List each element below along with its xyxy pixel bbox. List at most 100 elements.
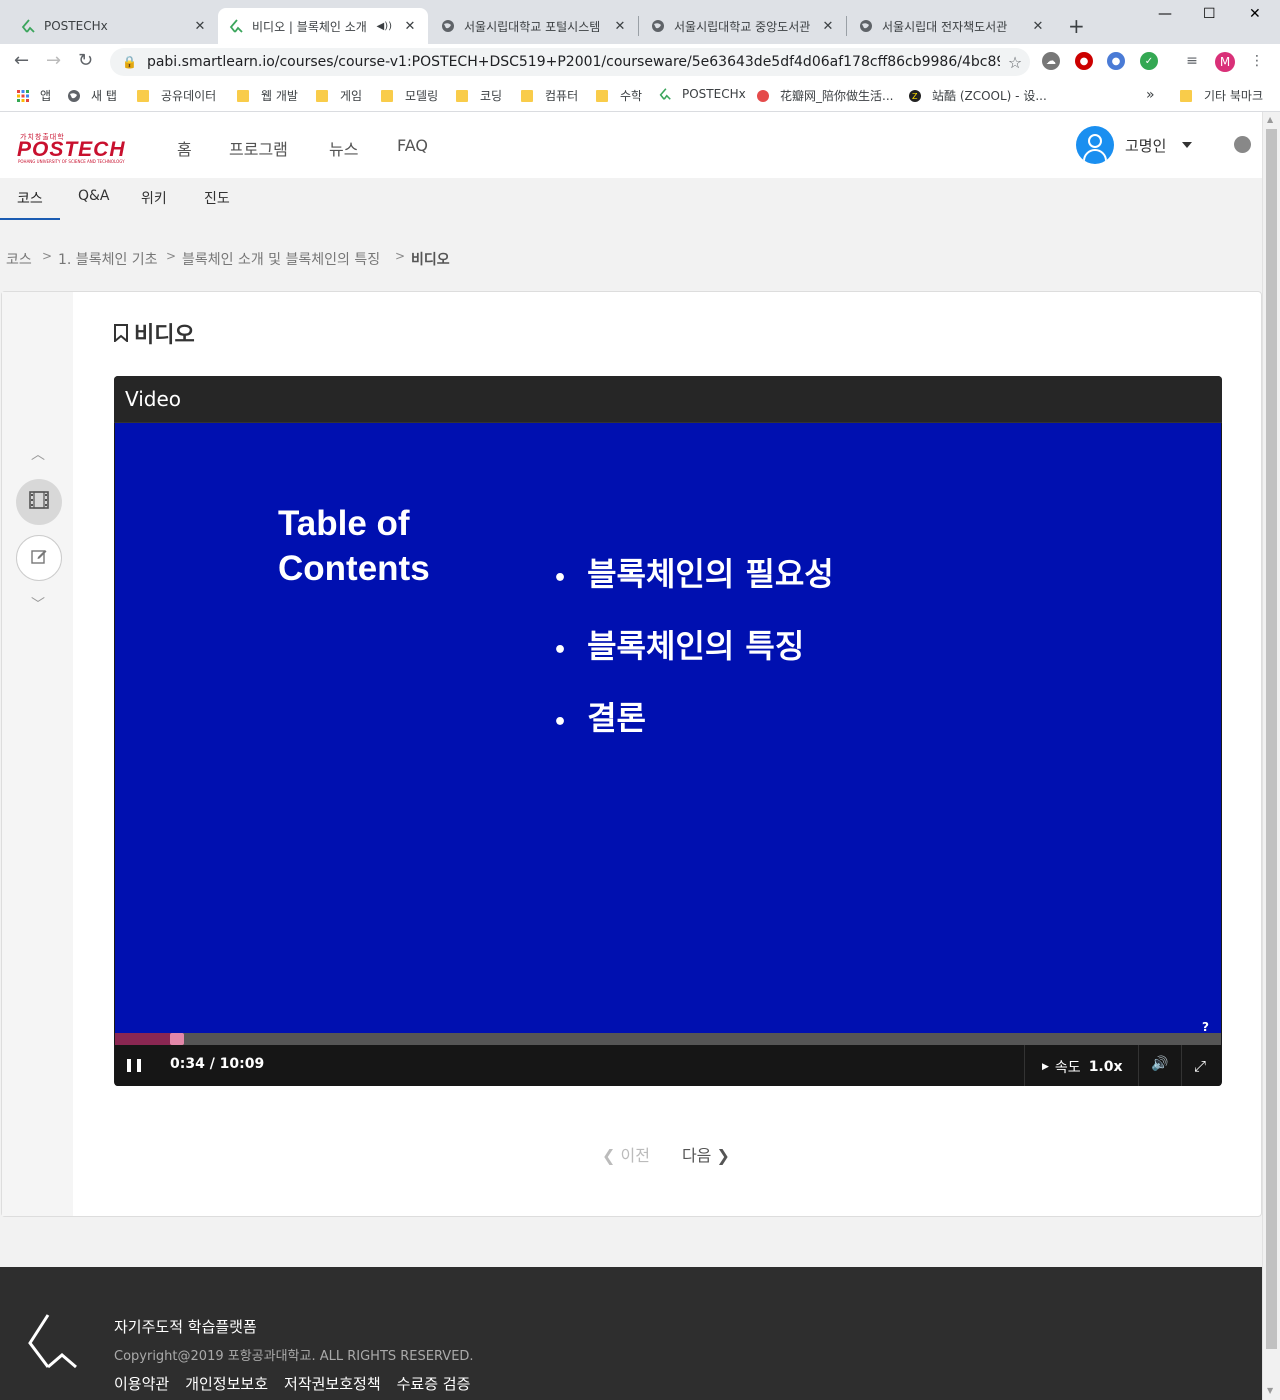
back-icon[interactable]: ← bbox=[14, 50, 29, 71]
forward-icon[interactable]: → bbox=[46, 50, 61, 71]
scroll-down-icon[interactable]: ▼ bbox=[1267, 1386, 1273, 1395]
bookmark-folder-game[interactable]: 게임 bbox=[316, 87, 362, 104]
bookmark-folder-shared-data[interactable]: 공유데이터 bbox=[137, 87, 216, 104]
bookmark-other[interactable]: 기타 북마크 bbox=[1180, 87, 1263, 104]
close-tab-icon[interactable]: ✕ bbox=[612, 19, 628, 34]
close-window-button[interactable]: ✕ bbox=[1249, 6, 1261, 22]
browser-tab-portal[interactable]: 서울시립대학교 포털시스템 ✕ bbox=[430, 8, 638, 44]
video-progress-bar[interactable] bbox=[115, 1033, 1221, 1045]
lock-icon: 🔒 bbox=[122, 55, 137, 69]
bookmark-apps[interactable]: 앱 bbox=[16, 87, 51, 104]
breadcrumb-chapter[interactable]: 1. 블록체인 기초 bbox=[58, 249, 158, 269]
previous-button[interactable]: ❮ 이전 bbox=[602, 1142, 650, 1166]
bookmarks-overflow-button[interactable]: » bbox=[1146, 87, 1155, 103]
globe-icon bbox=[67, 89, 81, 103]
video-frame[interactable]: Table of Contents • 블록체인의 필요성 • 블록체인의 특징 •… bbox=[115, 423, 1221, 1033]
slide-heading-line: Contents bbox=[278, 549, 430, 588]
volume-icon[interactable]: 🔊 bbox=[1151, 1056, 1168, 1072]
chevron-up-icon[interactable]: ︿ bbox=[31, 444, 45, 464]
footer-title: 자기주도적 학습플랫폼 bbox=[114, 1318, 257, 1336]
video-unit-button[interactable] bbox=[16, 479, 62, 525]
bookmark-folder-coding[interactable]: 코딩 bbox=[456, 87, 502, 104]
tab-progress[interactable]: 진도 bbox=[204, 188, 230, 208]
nav-news[interactable]: 뉴스 bbox=[329, 136, 358, 160]
close-tab-icon[interactable]: ✕ bbox=[1030, 19, 1046, 34]
profile-avatar[interactable]: M bbox=[1215, 52, 1235, 72]
minimize-button[interactable]: — bbox=[1158, 6, 1172, 22]
nav-faq[interactable]: FAQ bbox=[397, 136, 428, 155]
tab-title: 서울시립대 전자책도서관 bbox=[882, 19, 1008, 34]
chevron-right-icon: > bbox=[395, 249, 406, 263]
bookmark-star-icon[interactable]: ☆ bbox=[1000, 53, 1030, 72]
speed-button[interactable]: ▶ 속도 1.0x bbox=[1042, 1057, 1123, 1077]
audio-playing-icon[interactable]: ◀)) bbox=[377, 21, 393, 32]
browser-tab-ebook[interactable]: 서울시립대 전자책도서관 ✕ bbox=[848, 8, 1056, 44]
extension-shield-icon[interactable]: ✓ bbox=[1140, 52, 1158, 70]
reload-icon[interactable]: ↻ bbox=[78, 50, 93, 71]
close-tab-icon[interactable]: ✕ bbox=[402, 19, 418, 34]
bookmark-postechx[interactable]: POSTECHx bbox=[658, 87, 746, 101]
close-tab-icon[interactable]: ✕ bbox=[192, 19, 208, 34]
browser-tab-video[interactable]: 비디오 | 블록체인 소개 ◀)) ✕ bbox=[218, 8, 428, 44]
scroll-up-icon[interactable]: ▲ bbox=[1267, 115, 1273, 124]
language-globe-icon[interactable] bbox=[1234, 136, 1251, 153]
pause-icon[interactable] bbox=[127, 1059, 141, 1072]
content-area: ︿ ﹀ 비디오 Video Table of Contents • 블록체인의 … bbox=[0, 290, 1262, 1267]
nav-home[interactable]: 홈 bbox=[177, 136, 192, 160]
tab-course[interactable]: 코스 bbox=[17, 188, 43, 208]
folder-icon bbox=[316, 89, 328, 102]
chevron-down-icon bbox=[1182, 142, 1193, 148]
globe-icon bbox=[650, 18, 666, 34]
tab-title: 비디오 | 블록체인 소개 bbox=[252, 19, 367, 34]
breadcrumb-course[interactable]: 코스 bbox=[6, 249, 32, 269]
url-text[interactable]: pabi.smartlearn.io/courses/course-v1:POS… bbox=[147, 54, 1000, 70]
unit-title-text: 비디오 bbox=[134, 323, 195, 348]
browser-tab-library[interactable]: 서울시립대학교 중앙도서관 ✕ bbox=[640, 8, 846, 44]
close-tab-icon[interactable]: ✕ bbox=[820, 19, 836, 34]
bookmark-huaban[interactable]: 花瓣网_陪你做生活... bbox=[756, 87, 893, 104]
footer-link-terms[interactable]: 이용약관 bbox=[114, 1373, 169, 1394]
bookmark-folder-computer[interactable]: 컴퓨터 bbox=[521, 87, 578, 104]
bookmark-new-tab[interactable]: 새 탭 bbox=[67, 87, 117, 104]
media-control-icon[interactable]: ≡ bbox=[1183, 52, 1201, 70]
nav-programs[interactable]: 프로그램 bbox=[229, 136, 288, 160]
help-icon[interactable]: ? bbox=[1202, 1020, 1209, 1034]
extension-blue-icon[interactable]: ● bbox=[1107, 52, 1125, 70]
scrollbar-thumb[interactable] bbox=[1266, 129, 1277, 1349]
bookmark-zcool[interactable]: Z 站酷 (ZCOOL) - 设... bbox=[908, 87, 1047, 104]
bookmark-folder-web-dev[interactable]: 웹 개발 bbox=[237, 87, 298, 104]
tab-qa[interactable]: Q&A bbox=[78, 188, 110, 204]
avatar bbox=[1076, 126, 1114, 164]
course-tabs: 코스 Q&A 위키 진도 bbox=[0, 178, 1262, 220]
extension-cloud-icon[interactable]: ☁ bbox=[1042, 52, 1060, 70]
unit-title: 비디오 bbox=[114, 317, 195, 349]
extension-red-icon[interactable]: ● bbox=[1075, 52, 1093, 70]
address-bar[interactable]: 🔒 pabi.smartlearn.io/courses/course-v1:P… bbox=[110, 48, 1030, 76]
new-tab-button[interactable]: + bbox=[1068, 14, 1085, 38]
page-scrollbar[interactable]: ▲ ▼ bbox=[1262, 112, 1280, 1400]
next-button[interactable]: 다음 ❯ bbox=[682, 1142, 730, 1166]
sequence-nav: ❮ 이전 다음 ❯ bbox=[602, 1142, 730, 1166]
progress-handle[interactable] bbox=[170, 1033, 184, 1045]
unit-card: ︿ ﹀ 비디오 Video Table of Contents • 블록체인의 … bbox=[1, 291, 1262, 1217]
footer-link-certificate[interactable]: 수료증 검증 bbox=[397, 1373, 471, 1394]
problem-unit-button[interactable] bbox=[16, 535, 62, 581]
fullscreen-icon[interactable]: ⤢ bbox=[1194, 1057, 1206, 1075]
footer-link-copyright-policy[interactable]: 저작권보호정책 bbox=[284, 1373, 381, 1394]
maximize-button[interactable]: ☐ bbox=[1203, 6, 1216, 22]
user-menu[interactable]: 고명인 bbox=[1076, 126, 1193, 164]
breadcrumb-section[interactable]: 블록체인 소개 및 블록체인의 특징 bbox=[182, 249, 380, 269]
video-player[interactable]: Video Table of Contents • 블록체인의 필요성 • 블록체인… bbox=[114, 376, 1222, 1086]
footer-link-privacy[interactable]: 개인정보보호 bbox=[185, 1373, 268, 1394]
tab-wiki[interactable]: 위키 bbox=[141, 188, 167, 208]
chevron-down-icon[interactable]: ﹀ bbox=[31, 594, 45, 614]
folder-icon bbox=[521, 89, 533, 102]
bookmark-folder-math[interactable]: 수학 bbox=[596, 87, 642, 104]
browser-tab-postechx[interactable]: POSTECHx ✕ bbox=[10, 8, 218, 44]
bookmark-icon[interactable] bbox=[114, 324, 128, 344]
bookmark-folder-modeling[interactable]: 모델링 bbox=[381, 87, 438, 104]
browser-menu-icon[interactable]: ⋮ bbox=[1248, 52, 1266, 70]
site-header: 가치창출대학 POSTECH POHANG UNIVERSITY OF SCIE… bbox=[0, 112, 1262, 178]
divider bbox=[1138, 1045, 1139, 1086]
chevron-right-icon: > bbox=[166, 249, 177, 263]
